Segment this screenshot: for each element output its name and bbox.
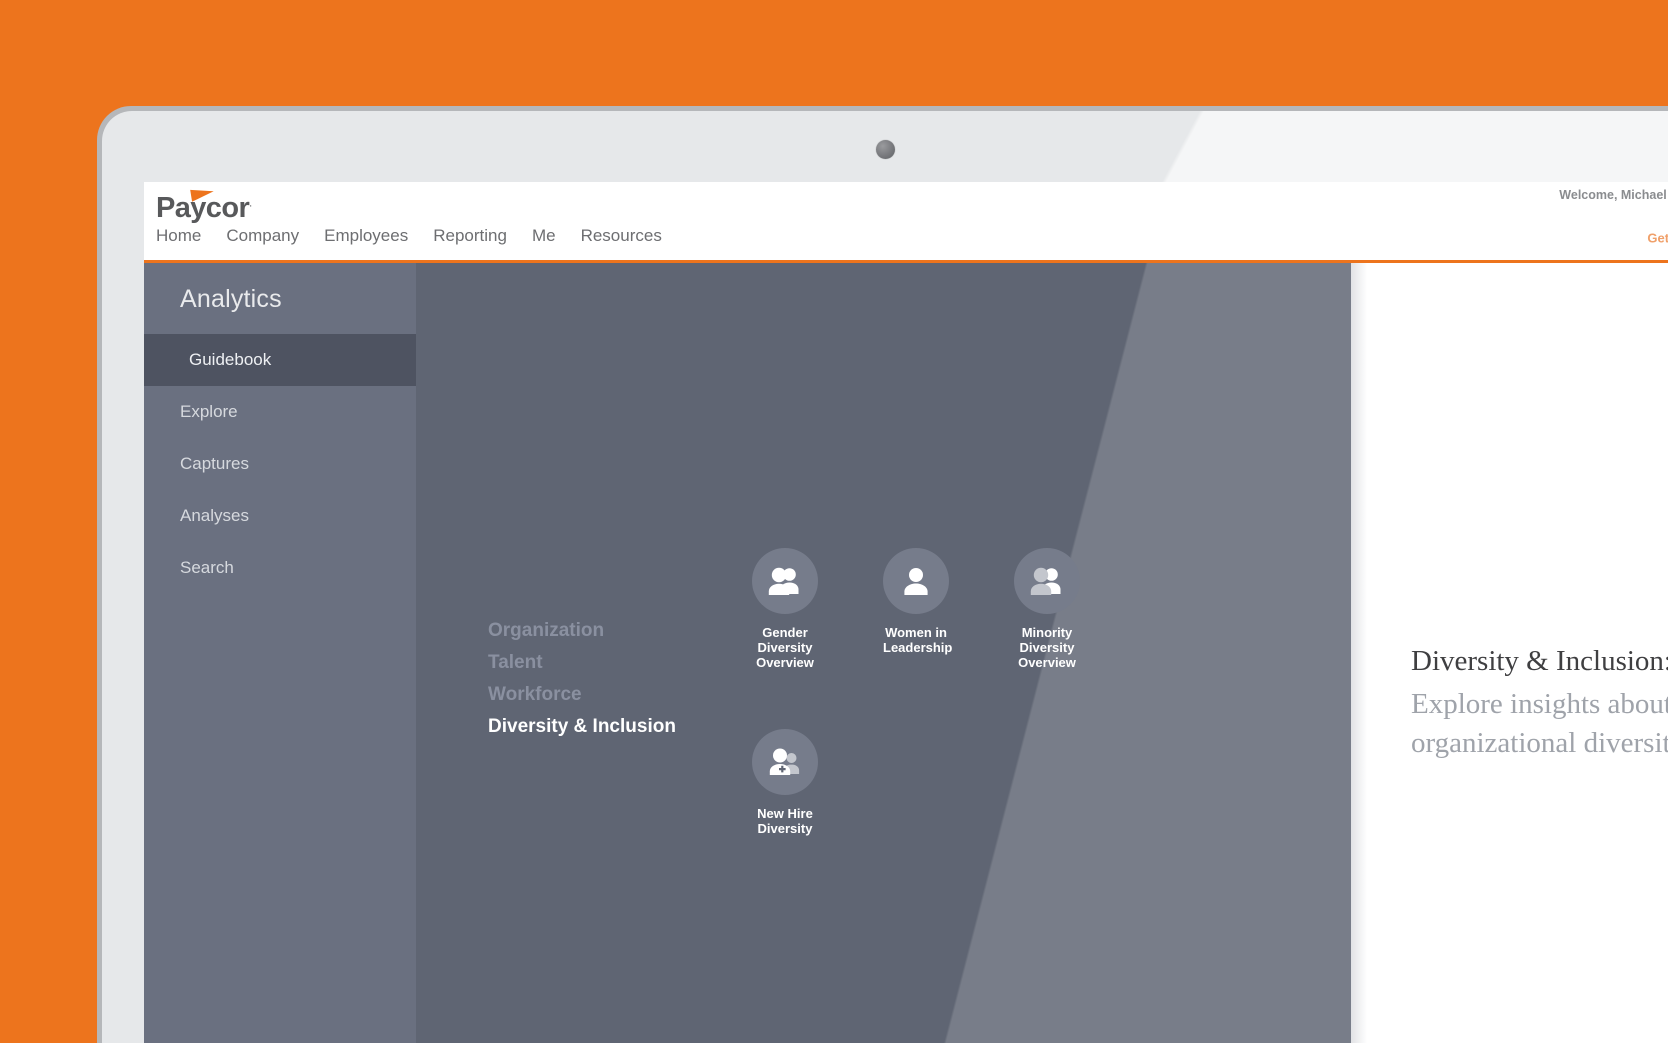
guidebook-category-list: Organization Talent Workforce Diversity … bbox=[488, 620, 676, 738]
utility-navigation: Welcome, Michael My Settings Sign bbox=[1559, 188, 1668, 202]
guidebook-tile-grid: Gender Diversity Overview Women in Leade… bbox=[752, 548, 1172, 837]
sidebar-item-label: Explore bbox=[180, 402, 238, 421]
app-content: Analytics Guidebook Explore Captures Ana… bbox=[144, 263, 1668, 1043]
sidebar-item-explore[interactable]: Explore bbox=[144, 386, 416, 438]
sidebar-item-guidebook[interactable]: Guidebook bbox=[144, 334, 416, 386]
help-navigation: Get Help1 Give Feed bbox=[1647, 227, 1668, 250]
guidebook-panel: Organization Talent Workforce Diversity … bbox=[416, 263, 1351, 1043]
nav-item-reporting[interactable]: Reporting bbox=[433, 226, 507, 246]
sidebar-item-label: Search bbox=[180, 558, 234, 577]
sidebar-item-label: Analyses bbox=[180, 506, 249, 525]
tile-gender-diversity-overview[interactable]: Gender Diversity Overview bbox=[752, 548, 818, 671]
tile-new-hire-diversity[interactable]: New Hire Diversity bbox=[752, 728, 818, 837]
single-person-icon bbox=[883, 548, 949, 614]
sidebar-title: Analytics bbox=[180, 285, 282, 313]
analytics-sidebar: Analytics Guidebook Explore Captures Ana… bbox=[144, 263, 416, 1043]
promo-panel: Diversity & Inclusion: Explore insights … bbox=[1351, 263, 1668, 1043]
sidebar-item-captures[interactable]: Captures bbox=[144, 438, 416, 490]
two-people-icon bbox=[752, 548, 818, 614]
promo-title: Diversity & Inclusion: bbox=[1411, 645, 1668, 677]
nav-item-me[interactable]: Me bbox=[532, 226, 556, 246]
category-organization[interactable]: Organization bbox=[488, 620, 676, 642]
welcome-label: Welcome, Michael bbox=[1559, 188, 1667, 202]
category-workforce[interactable]: Workforce bbox=[488, 684, 676, 706]
tile-women-in-leadership[interactable]: Women in Leadership bbox=[883, 548, 953, 671]
nav-item-home[interactable]: Home bbox=[156, 226, 201, 246]
promo-subtitle: Explore insights about organizational di… bbox=[1411, 688, 1668, 759]
nav-item-resources[interactable]: Resources bbox=[581, 226, 662, 246]
sidebar-item-label: Guidebook bbox=[189, 350, 272, 369]
category-talent[interactable]: Talent bbox=[488, 652, 676, 674]
tile-label: Gender Diversity Overview bbox=[756, 625, 814, 670]
main-navigation: Home Company Employees Reporting Me Reso… bbox=[156, 226, 662, 246]
laptop-device: Paycor. Home Company Employees Reporting… bbox=[97, 106, 1668, 1043]
logo-trademark: . bbox=[249, 197, 252, 210]
tile-label: Women in Leadership bbox=[883, 625, 953, 655]
get-help-link[interactable]: Get Help1 bbox=[1647, 227, 1668, 250]
sidebar-item-label: Captures bbox=[180, 454, 249, 473]
category-diversity-inclusion[interactable]: Diversity & Inclusion bbox=[488, 716, 676, 738]
tile-label: New Hire Diversity bbox=[757, 805, 813, 836]
nav-item-employees[interactable]: Employees bbox=[324, 226, 408, 246]
app-top-bar: Paycor. Home Company Employees Reporting… bbox=[144, 182, 1668, 260]
promo-content: Diversity & Inclusion: Explore insights … bbox=[1411, 643, 1668, 762]
get-help-label: Get Help bbox=[1647, 230, 1668, 246]
nav-item-company[interactable]: Company bbox=[226, 226, 299, 246]
sidebar-item-search[interactable]: Search bbox=[144, 542, 416, 594]
tile-label: Minority Diversity Overview bbox=[1018, 625, 1076, 670]
person-add-icon bbox=[752, 728, 818, 795]
tile-minority-diversity-overview[interactable]: Minority Diversity Overview bbox=[1014, 548, 1080, 671]
webcam-icon bbox=[876, 140, 895, 159]
screen: Paycor. Home Company Employees Reporting… bbox=[144, 182, 1668, 1043]
two-people-duotone-icon bbox=[1014, 548, 1080, 614]
sidebar-item-analyses[interactable]: Analyses bbox=[144, 490, 416, 542]
laptop-bezel: Paycor. Home Company Employees Reporting… bbox=[102, 111, 1668, 1043]
